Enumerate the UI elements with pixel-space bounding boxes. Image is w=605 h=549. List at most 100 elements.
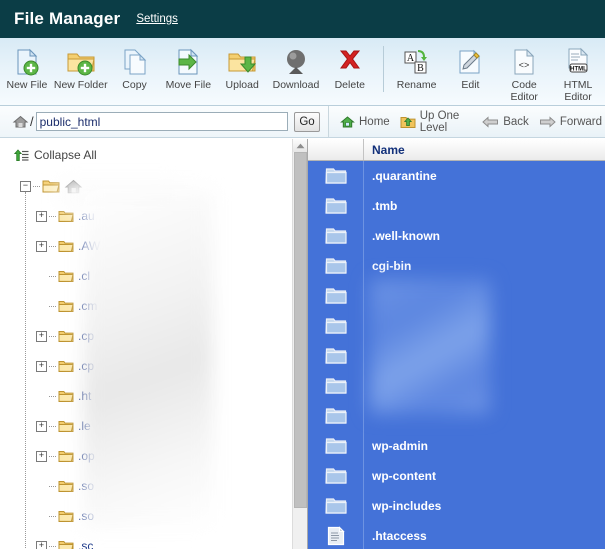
rename-button[interactable]: A B Rename	[390, 44, 444, 92]
file-list-row[interactable]: .tmb	[308, 191, 605, 221]
file-list-icon-column-header	[308, 139, 364, 160]
tree-item[interactable]: + .op	[14, 441, 307, 471]
file-name-label[interactable]: .htaccess	[364, 529, 427, 543]
folder-icon	[58, 510, 74, 523]
path-separator: /	[30, 114, 34, 129]
expand-toggle-icon[interactable]: +	[36, 330, 47, 342]
file-list-row[interactable]: cgi-bin	[308, 251, 605, 281]
tree-item[interactable]: + .sc	[14, 531, 307, 549]
folder-icon	[308, 221, 364, 251]
nav-up-one-level-button[interactable]: Up One Level	[397, 109, 476, 135]
tree-item-label[interactable]: .op	[78, 449, 95, 463]
file-list-name-column-header[interactable]: Name	[364, 139, 605, 160]
copy-button[interactable]: Copy	[108, 44, 162, 92]
file-name-label[interactable]: .tmb	[364, 199, 397, 213]
upload-button[interactable]: Upload	[215, 44, 269, 92]
collapse-all-icon	[14, 148, 29, 162]
nav-home-button[interactable]: Home	[337, 114, 393, 130]
tree-item[interactable]: .so	[14, 471, 307, 501]
code-editor-button[interactable]: <> Code Editor	[497, 44, 551, 103]
expand-toggle-icon[interactable]: +	[36, 210, 47, 222]
new-folder-button[interactable]: New Folder	[54, 44, 108, 92]
expand-toggle-icon[interactable]: +	[36, 540, 47, 549]
tree-item-label[interactable]: .cm	[78, 299, 97, 313]
expand-toggle-icon[interactable]: +	[36, 420, 47, 432]
tree-item[interactable]: .cl	[14, 261, 307, 291]
go-button[interactable]: Go	[294, 111, 320, 132]
tree-item-label[interactable]: .au	[78, 209, 95, 223]
tree-root-row[interactable]: −	[14, 171, 307, 201]
toolbar-divider	[382, 46, 384, 92]
nav-back-button[interactable]: Back	[479, 115, 532, 129]
folder-icon	[308, 281, 364, 311]
folder-icon	[308, 371, 364, 401]
tree-item-label[interactable]: .ht	[78, 389, 91, 403]
expand-toggle-icon[interactable]: +	[36, 360, 47, 372]
file-name-label[interactable]: wp-content	[364, 469, 436, 483]
tree-item-label[interactable]: .cp	[78, 329, 94, 343]
file-list-row[interactable]	[308, 401, 605, 431]
up-one-level-icon	[400, 115, 416, 129]
file-name-label[interactable]: wp-admin	[364, 439, 428, 453]
collapse-toggle-icon[interactable]: −	[20, 180, 31, 192]
file-list-row[interactable]: .well-known	[308, 221, 605, 251]
download-button[interactable]: Download	[269, 44, 323, 92]
tree-item[interactable]: .so	[14, 501, 307, 531]
tree-scrollbar[interactable]	[292, 139, 307, 549]
file-name-label[interactable]: wp-includes	[364, 499, 441, 513]
tree-item[interactable]: .ht	[14, 381, 307, 411]
file-list-row[interactable]: wp-admin	[308, 431, 605, 461]
path-and-nav-row: / Go Home	[0, 106, 605, 138]
tree-dots	[49, 515, 56, 517]
file-list-row[interactable]: .htaccess	[308, 521, 605, 549]
nav-bar: Home Up One Level Back Forward	[329, 106, 605, 137]
tree-dots	[49, 215, 56, 217]
svg-text:B: B	[417, 63, 424, 74]
collapse-all-button[interactable]: Collapse All	[0, 139, 307, 162]
file-list-row[interactable]	[308, 311, 605, 341]
file-list-row[interactable]	[308, 341, 605, 371]
settings-link[interactable]: Settings	[136, 13, 178, 25]
tree-item[interactable]: + .le	[14, 411, 307, 441]
delete-button[interactable]: Delete	[323, 44, 377, 92]
tree-item-label[interactable]: .AW	[78, 239, 100, 253]
tree-item[interactable]: .cm	[14, 291, 307, 321]
tree-item[interactable]: + .cp	[14, 321, 307, 351]
main-toolbar: New File New Folder Copy Move File Uploa…	[0, 38, 605, 106]
scroll-up-arrow-icon[interactable]	[293, 139, 307, 152]
tree-item[interactable]: + .au	[14, 201, 307, 231]
expand-toggle-icon[interactable]: +	[36, 240, 47, 252]
tree-item-label[interactable]: .cl	[78, 269, 90, 283]
file-list-row[interactable]: wp-content	[308, 461, 605, 491]
file-name-label[interactable]: cgi-bin	[364, 259, 411, 273]
tree-item[interactable]: + .cp	[14, 351, 307, 381]
home-icon[interactable]	[12, 114, 29, 129]
nav-forward-button[interactable]: Forward	[536, 115, 605, 129]
rename-label: Rename	[396, 79, 437, 91]
new-file-button[interactable]: New File	[0, 44, 54, 92]
nav-back-label: Back	[503, 115, 529, 128]
tree-scrollbar-thumb[interactable]	[294, 152, 307, 508]
tree-item-label[interactable]: .so	[78, 509, 94, 523]
tree-item-label[interactable]: .so	[78, 479, 94, 493]
file-name-label[interactable]: .quarantine	[364, 169, 437, 183]
file-list-row[interactable]: .quarantine	[308, 161, 605, 191]
html-editor-button[interactable]: HTML HTML Editor	[551, 44, 605, 103]
file-list-row[interactable]	[308, 281, 605, 311]
home-icon	[340, 115, 355, 129]
collapse-all-label: Collapse All	[34, 148, 97, 162]
edit-button[interactable]: Edit	[444, 44, 498, 92]
upload-icon	[226, 46, 258, 78]
tree-item[interactable]: + .AW	[14, 231, 307, 261]
file-list-row[interactable]: wp-includes	[308, 491, 605, 521]
file-list-row[interactable]	[308, 371, 605, 401]
path-input[interactable]	[35, 112, 288, 131]
expand-toggle-icon[interactable]: +	[36, 450, 47, 462]
tree-item-label[interactable]: .le	[78, 419, 91, 433]
tree-item-label[interactable]: .sc	[78, 539, 93, 549]
path-bar: / Go	[0, 106, 329, 137]
tree-dots	[33, 185, 40, 187]
file-name-label[interactable]: .well-known	[364, 229, 440, 243]
move-file-button[interactable]: Move File	[161, 44, 215, 92]
tree-item-label[interactable]: .cp	[78, 359, 94, 373]
